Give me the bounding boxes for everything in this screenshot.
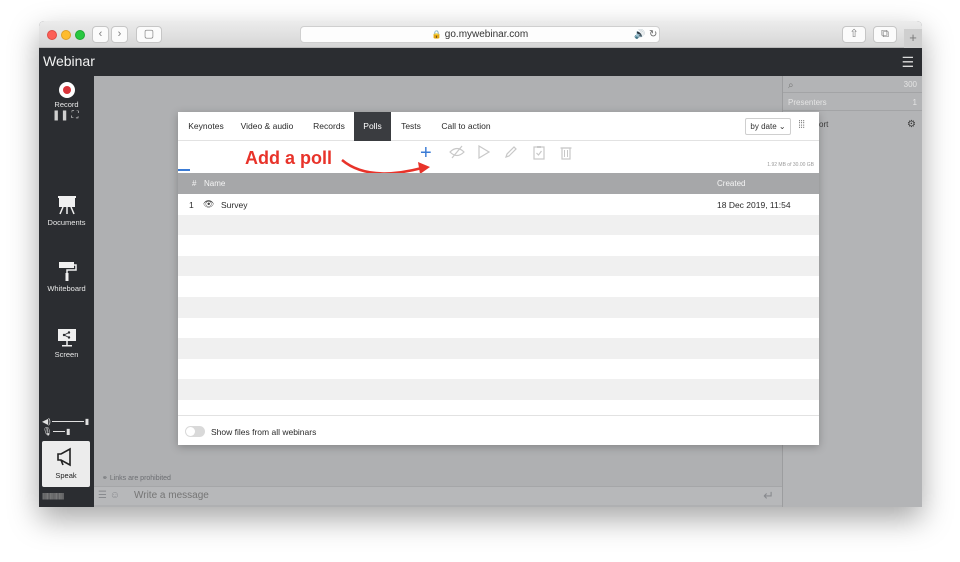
chat-menu-icon[interactable]: ☰ ☺: [98, 490, 120, 501]
play-icon[interactable]: [477, 144, 491, 164]
table-row-empty: [178, 338, 819, 359]
screen-share-icon: [39, 326, 94, 350]
show-tabs-button[interactable]: ⧉: [873, 26, 897, 43]
column-number: #: [192, 179, 197, 188]
presenters-label: Presenters: [788, 98, 827, 107]
speak-label: Speak: [55, 471, 77, 480]
row-created: 18 Dec 2019, 11:54: [717, 200, 791, 210]
send-icon[interactable]: ↵: [763, 488, 774, 504]
edit-icon[interactable]: [504, 145, 518, 164]
close-window-button[interactable]: [47, 30, 57, 40]
table-row-empty: [178, 297, 819, 318]
address-bar[interactable]: 🔒 go.mywebinar.com 🔊 ↻: [300, 26, 660, 43]
sidebar-item-documents[interactable]: Documents: [39, 194, 94, 227]
mic-volume-slider[interactable]: 🎙 ▮: [42, 427, 71, 436]
zoom-window-button[interactable]: [75, 30, 85, 40]
eye-icon[interactable]: 👁: [203, 199, 214, 210]
participant-count: 300: [903, 80, 917, 89]
tab-records[interactable]: Records: [308, 112, 350, 141]
left-sidebar: Record ❚❚ ⛶ Documents Whiteboard Screen …: [39, 76, 94, 507]
dialog-tabs: Keynotes Video & audio Records Polls Tes…: [178, 112, 819, 141]
row-number: 1: [189, 200, 194, 210]
show-all-files-toggle[interactable]: [185, 426, 205, 437]
tab-polls[interactable]: Polls: [354, 112, 391, 141]
browser-titlebar: ‹ › ▢ 🔒 go.mywebinar.com 🔊 ↻ ⇧ ⧉ +: [39, 21, 922, 48]
microphone-icon: 🎙: [42, 427, 53, 436]
table-header: # Name Created: [178, 173, 819, 194]
tab-tests[interactable]: Tests: [396, 112, 426, 141]
message-input[interactable]: [134, 490, 734, 501]
url-text: go.mywebinar.com: [444, 29, 529, 40]
tab-video-audio[interactable]: Video & audio: [235, 112, 299, 141]
table-row-empty: [178, 379, 819, 400]
column-created[interactable]: Created: [717, 179, 745, 188]
chevron-down-icon: ⌄: [778, 122, 786, 131]
links-prohibited-note: ⚭ Links are prohibited: [102, 475, 171, 482]
tab-call-to-action[interactable]: Call to action: [436, 112, 496, 141]
add-poll-annotation: Add a poll: [245, 148, 332, 168]
presenters-group[interactable]: Presenters 1: [783, 94, 922, 111]
table-row-empty: [178, 255, 819, 277]
sort-dropdown[interactable]: by date ⌄: [745, 118, 791, 135]
pause-fullscreen-controls[interactable]: ❚❚ ⛶: [52, 110, 79, 121]
sidebar-item-screen[interactable]: Screen: [39, 326, 94, 359]
speak-button[interactable]: Speak: [42, 441, 90, 487]
speaker-volume-slider[interactable]: ◀) ▮: [42, 417, 89, 426]
clipboard-icon[interactable]: [532, 145, 546, 165]
table-row-empty: [178, 235, 819, 256]
presenters-count: 1: [912, 98, 917, 107]
search-icon: ⌕: [788, 80, 794, 91]
forward-button[interactable]: ›: [111, 26, 128, 43]
sidebar-item-whiteboard[interactable]: Whiteboard: [39, 260, 94, 293]
speaker-icon: ◀): [42, 417, 51, 426]
new-tab-button[interactable]: +: [904, 29, 922, 48]
trash-icon[interactable]: [559, 145, 573, 165]
storage-usage: 1.92 MB of 30.00 GB: [767, 162, 814, 168]
hide-icon[interactable]: [449, 145, 465, 164]
share-button[interactable]: ⇧: [842, 26, 866, 43]
table-row-empty: [178, 318, 819, 339]
active-view-indicator: [178, 169, 190, 171]
table-row-empty: [178, 359, 819, 380]
row-name: Survey: [221, 200, 248, 210]
table-row-empty: [178, 214, 819, 236]
chat-input-bar: ☰ ☺ ↵: [94, 486, 782, 505]
lock-icon: 🔒: [431, 30, 442, 39]
audio-level-meter: ||||||||||||||||||||||||||: [42, 493, 64, 500]
app-brand: Webinar: [43, 53, 95, 69]
app-header: Webinar ☰: [39, 48, 922, 76]
record-icon: [58, 82, 75, 98]
grid-view-icon[interactable]: ⁞⁞⁞: [798, 119, 805, 131]
column-name[interactable]: Name: [204, 179, 225, 188]
hamburger-menu-icon[interactable]: ☰: [901, 54, 914, 71]
easel-icon: [39, 194, 94, 218]
record-label: Record: [54, 100, 79, 109]
screen-label: Screen: [54, 350, 79, 359]
sort-value: by date: [750, 122, 777, 131]
participant-search[interactable]: ⌕ 300: [783, 76, 922, 93]
table-row[interactable]: 1 👁 Survey 18 Dec 2019, 11:54: [178, 194, 819, 215]
whiteboard-label: Whiteboard: [47, 284, 86, 293]
tab-keynotes[interactable]: Keynotes: [181, 112, 231, 141]
documents-label: Documents: [47, 218, 86, 227]
link-icon: ⚭: [102, 475, 108, 482]
dialog-footer: Show files from all webinars: [178, 415, 819, 445]
table-row-empty: [178, 276, 819, 297]
record-button[interactable]: Record: [39, 82, 94, 109]
back-button[interactable]: ‹: [92, 26, 109, 43]
files-dialog: Keynotes Video & audio Records Polls Tes…: [178, 112, 819, 445]
reload-icon[interactable]: ↻: [649, 27, 657, 42]
minimize-window-button[interactable]: [61, 30, 71, 40]
show-all-files-label: Show files from all webinars: [211, 427, 317, 437]
gear-icon[interactable]: ⚙: [907, 119, 916, 130]
support-label: ort: [819, 120, 829, 129]
megaphone-icon: [42, 447, 90, 471]
sidebar-toggle-button[interactable]: ▢: [136, 26, 162, 43]
audio-icon[interactable]: 🔊: [634, 27, 645, 42]
paint-roller-icon: [39, 260, 94, 284]
